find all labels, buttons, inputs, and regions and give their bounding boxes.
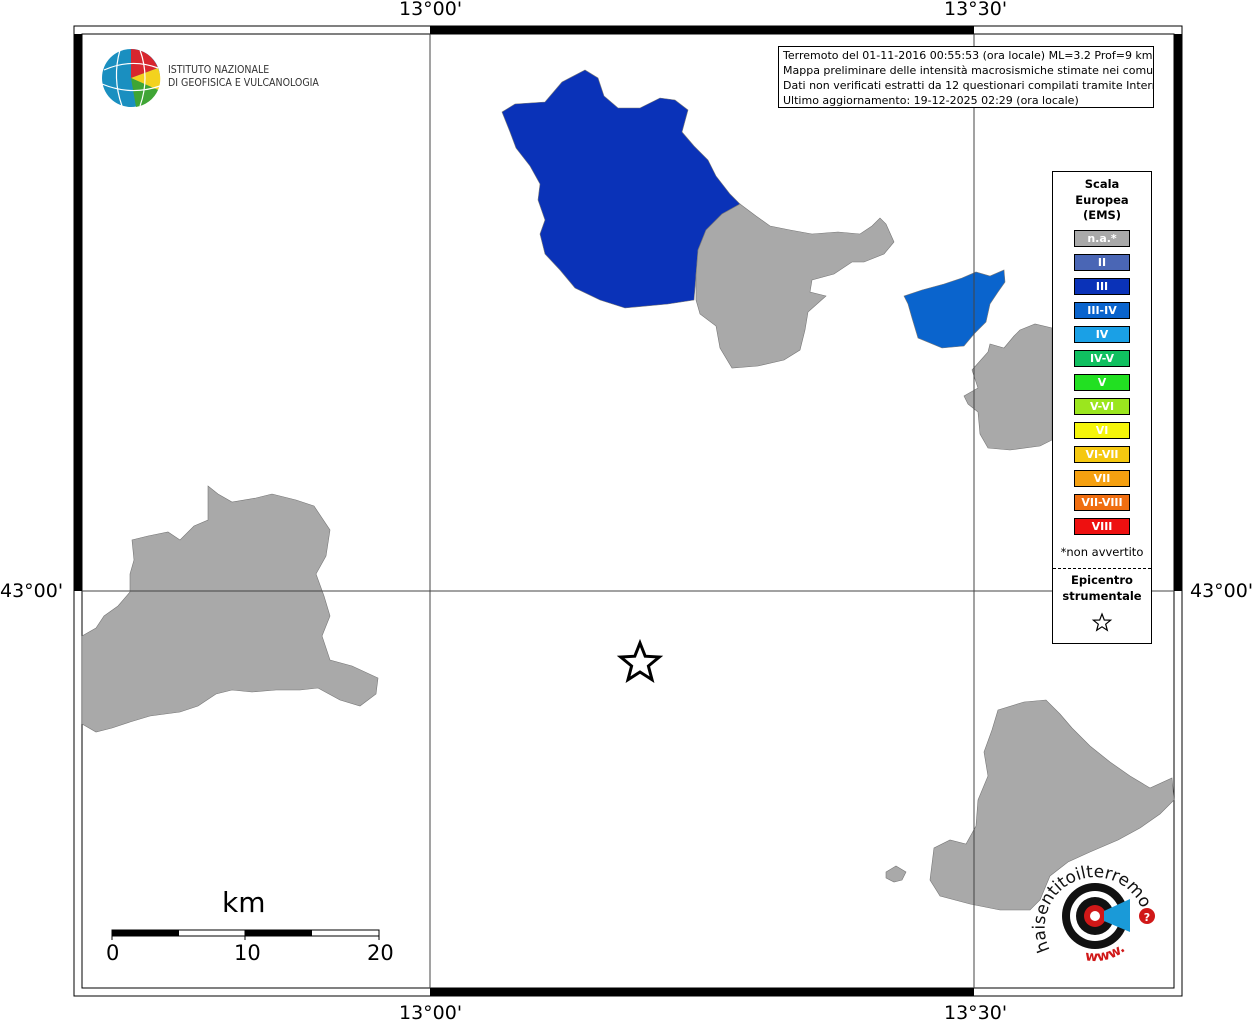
lon-label-bottom-1300: 13°00' [399,1002,463,1024]
legend-epicentre-label: Epicentro strumentale [1053,572,1151,604]
legend-epicentre-line2: strumentale [1062,589,1142,603]
scale-label-0: 0 [106,941,120,965]
lon-label-top-1300: 13°00' [399,0,463,20]
info-line-1: Terremoto del 01-11-2016 00:55:53 (ora l… [783,49,1153,62]
ingv-logo-text: ISTITUTO NAZIONALE DI GEOFISICA E VULCAN… [168,64,319,90]
scale-label-10: 10 [234,941,261,965]
legend-item: VI [1074,422,1130,439]
legend-item: n.a.* [1074,230,1130,247]
legend-title-line2: Europea [1075,192,1129,207]
lon-label-bottom-1330: 13°30' [944,1002,1008,1024]
lon-label-top-1330: 13°30' [944,0,1008,20]
legend-item: VI-VII [1074,446,1130,463]
ems-legend: Scala Europea (EMS) n.a.* II III III-IV IV IV… [1052,171,1152,644]
legend-item: IV [1074,326,1130,343]
ingv-logo-line2: DI GEOFISICA E VULCANOLOGIA [168,77,319,89]
legend-item: III [1074,278,1130,295]
legend-item: III-IV [1074,302,1130,319]
earthquake-info-box: Terremoto del 01-11-2016 00:55:53 (ora l… [778,46,1154,108]
info-line-4: Ultimo aggiornamento: 19-12-2025 02:29 (… [783,94,1079,107]
legend-title-line1: Scala [1084,177,1120,191]
municipality-intensity-III-IV [903,269,1006,349]
legend-item: V-VI [1074,398,1130,415]
info-line-3: Dati non verificati estratti da 12 quest… [783,79,1154,92]
epicenter-star-icon [616,638,664,684]
legend-item: VII [1074,470,1130,487]
lat-label-right-4300: 43°00' [1190,580,1254,602]
legend-title-line3: (EMS) [1082,208,1122,222]
legend-item: IV-V [1074,350,1130,367]
scale-bar [111,929,380,940]
legend-separator [1053,568,1151,569]
ingv-logo-globe-icon [101,49,161,107]
legend-item: II [1074,254,1130,271]
legend-title: Scala Europea (EMS) [1053,177,1151,224]
legend-epicentre-line1: Epicentro [1071,573,1133,587]
scale-bar-unit: km [222,886,266,919]
municipality-na-west [81,485,379,733]
scale-label-20: 20 [367,941,394,965]
ingv-logo-line1: ISTITUTO NAZIONALE [168,64,270,76]
municipality-na-north [695,203,895,369]
legend-star-icon [1091,612,1113,632]
municipality-na-east [963,323,1053,451]
legend-item: V [1074,374,1130,391]
legend-item: VII-VIII [1074,494,1130,511]
municipality-na-islet [885,865,907,883]
legend-item: VIII [1074,518,1130,535]
svg-text:?: ? [1144,911,1150,924]
info-line-2: Mappa preliminare delle intensità macros… [783,64,1154,77]
legend-note: *non avvertito [1060,545,1144,559]
lat-label-left-4300: 43°00' [0,580,64,602]
